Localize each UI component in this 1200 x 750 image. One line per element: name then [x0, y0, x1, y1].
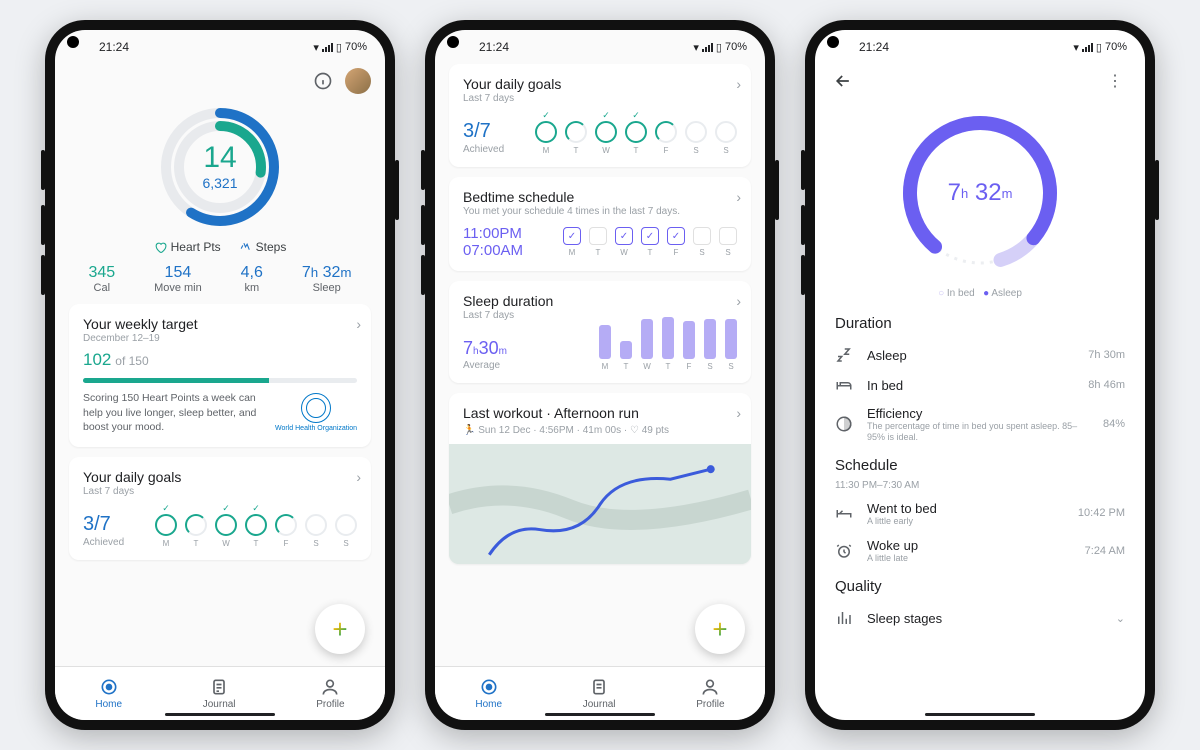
nav-home[interactable]: Home — [95, 677, 122, 710]
nav-home[interactable]: Home — [475, 677, 502, 710]
schedule-header: Schedule — [835, 457, 1125, 474]
sleep-ring: 7h 32m — [895, 108, 1065, 278]
chevron-right-icon: › — [356, 469, 361, 485]
steps-value: 6,321 — [202, 175, 237, 191]
info-icon[interactable] — [311, 69, 335, 93]
alarm-icon — [835, 542, 855, 560]
sleep-icon — [835, 346, 855, 364]
daily-goals-card[interactable]: › Your daily goals Last 7 days 3/7 Achie… — [449, 64, 751, 167]
who-logo: World Health Organization — [275, 393, 357, 433]
card-title: Your weekly target — [83, 316, 357, 332]
last-workout-card[interactable]: › Last workout · Afternoon run 🏃 Sun 12 … — [449, 393, 751, 564]
status-time: 21:24 — [99, 40, 129, 54]
bedtime-card[interactable]: › Bedtime schedule You met your schedule… — [449, 177, 751, 271]
phone-scroll: 21:24 ▾▯70% › Your daily goals Last 7 da… — [425, 20, 775, 730]
detail-row[interactable]: EfficiencyThe percentage of time in bed … — [833, 400, 1127, 449]
daily-goals-card[interactable]: › Your daily goals Last 7 days 3/7 Achie… — [69, 457, 371, 560]
detail-row[interactable]: Woke upA little late7:24 AM — [833, 532, 1127, 570]
bottom-nav: Home Journal Profile — [55, 666, 385, 720]
quality-header: Quality — [835, 578, 1125, 595]
stages-icon — [835, 609, 855, 627]
heart-points-value: 14 — [203, 143, 236, 173]
chevron-down-icon: ⌄ — [1116, 612, 1125, 625]
phone-sleep-detail: 21:24 ▾▯70% ⋮ 7h 32m ○ In bed ● Asleep D — [805, 20, 1155, 730]
fab-add-button[interactable]: + — [315, 604, 365, 654]
status-bar: 21:24 ▾▯70% — [815, 30, 1145, 60]
efficiency-icon — [835, 415, 855, 433]
ring-legend: Heart Pts Steps — [69, 240, 371, 254]
signal-icon — [322, 43, 333, 52]
nav-journal[interactable]: Journal — [583, 677, 616, 710]
status-bar: 21:24 ▾▯70% — [435, 30, 765, 60]
back-button[interactable] — [833, 69, 857, 93]
activity-ring[interactable]: 14 6,321 — [155, 102, 285, 232]
wifi-icon: ▾ — [313, 41, 319, 54]
weekly-target-card[interactable]: › Your weekly target December 12–19 102 … — [69, 304, 371, 447]
detail-row[interactable]: Went to bedA little early10:42 PM — [833, 495, 1127, 533]
detail-row[interactable]: In bed8h 46m — [833, 370, 1127, 400]
phone-home: 21:24 ▾ ▯ 70% — [45, 20, 395, 730]
nav-journal[interactable]: Journal — [203, 677, 236, 710]
battery-icon: ▯ — [336, 41, 342, 54]
avatar[interactable] — [345, 68, 371, 94]
stats-row[interactable]: 345Cal 154Move min 4,6km 7h 32mSleep — [69, 264, 371, 294]
card-title: Your daily goals — [83, 469, 357, 485]
bed-icon — [835, 376, 855, 394]
chevron-right-icon: › — [736, 76, 741, 92]
fab-add-button[interactable]: + — [695, 604, 745, 654]
sleep-stages-row[interactable]: Sleep stages ⌄ — [833, 603, 1127, 633]
chevron-right-icon: › — [356, 316, 361, 332]
workout-map[interactable] — [449, 444, 751, 564]
detail-row[interactable]: Asleep7h 30m — [833, 340, 1127, 370]
bedtime-icon — [835, 504, 855, 522]
more-icon[interactable]: ⋮ — [1103, 69, 1127, 93]
battery-pct: 70% — [345, 41, 367, 53]
sleep-duration-card[interactable]: › Sleep duration Last 7 days 7h30m Avera… — [449, 281, 751, 383]
nav-profile[interactable]: Profile — [316, 677, 344, 710]
status-bar: 21:24 ▾ ▯ 70% — [55, 30, 385, 60]
nav-profile[interactable]: Profile — [696, 677, 724, 710]
duration-header: Duration — [835, 315, 1125, 332]
